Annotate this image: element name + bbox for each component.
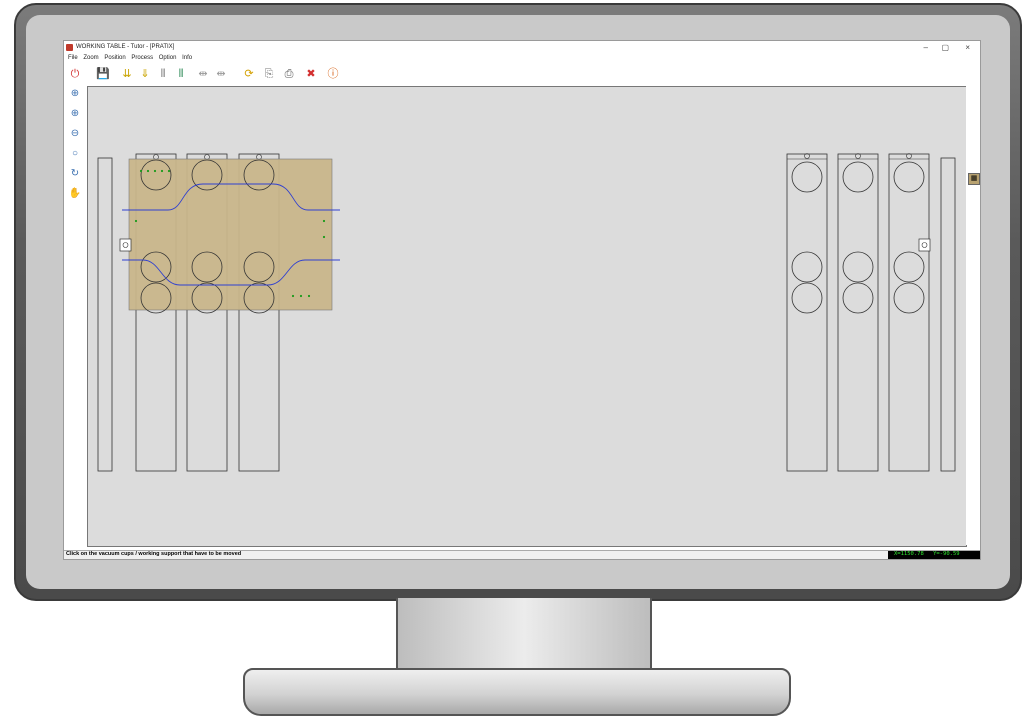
zoom-refresh-icon[interactable]: ↻ [68,167,82,181]
status-bar: Click on the vacuum cups / working suppo… [64,550,980,559]
zoom-toolbar: ⊕ ⊕ ⊖ ○ ↻ ✋ [64,85,86,545]
right-panel: ▦ [966,85,980,545]
copy-icon[interactable]: ⎘ [262,67,276,81]
application-window: WORKING TABLE - Tutor - [PRATIX] – ▢ × F… [63,40,981,560]
vacuum-cups-right[interactable] [791,161,925,314]
menu-position[interactable]: Position [104,55,125,61]
menu-bar: File Zoom Position Process Option Info [64,55,980,65]
align-bars-icon[interactable]: ⫴ [156,67,170,81]
refresh-icon[interactable]: ⟳ [242,67,256,81]
remove-support-icon[interactable]: ✖ [304,67,318,81]
print-icon[interactable]: ⎙ [282,67,296,81]
left-rail-support[interactable] [97,157,113,472]
move-down-icon[interactable]: ⇊ [120,67,134,81]
zoom-window-icon[interactable]: ⊕ [68,107,82,121]
monitor-neck [396,598,652,676]
layer-toggle-icon[interactable]: ▦ [968,173,980,185]
support-column-6[interactable] [888,153,930,472]
workpiece-panel[interactable] [128,158,333,311]
reference-stop-left[interactable] [119,238,132,252]
menu-process[interactable]: Process [131,55,153,61]
zoom-all-icon[interactable]: ○ [68,147,82,161]
toolbar: ⏻ 💾 ⇊ ⇓ ⫴ ⫴ ⇹ ⇹ ⟳ ⎘ ⎙ ✖ ⓘ [64,65,980,85]
move-down-2-icon[interactable]: ⇓ [138,67,152,81]
save-icon[interactable]: 💾 [96,67,110,81]
pan-hand-icon[interactable]: ✋ [68,187,82,201]
table-drawing[interactable] [88,87,966,546]
spread-icon[interactable]: ⇹ [196,67,210,81]
title-bar: WORKING TABLE - Tutor - [PRATIX] – ▢ × [64,41,980,55]
minimize-button[interactable]: – [924,43,928,52]
working-table-canvas[interactable] [87,86,967,547]
menu-zoom[interactable]: Zoom [83,55,98,61]
window-title: WORKING TABLE - Tutor - [PRATIX] [76,44,175,50]
app-icon [66,44,73,51]
support-column-5[interactable] [837,153,879,472]
menu-option[interactable]: Option [159,55,177,61]
restore-button[interactable]: ▢ [941,43,949,52]
right-rail-support[interactable] [940,157,956,472]
spread-2-icon[interactable]: ⇹ [214,67,228,81]
menu-info[interactable]: Info [182,55,192,61]
info-icon[interactable]: ⓘ [326,67,340,81]
coordinate-readout: X=1150.78 Y=-90.59 [888,551,980,559]
power-icon[interactable]: ⏻ [68,67,82,81]
reference-stop-right[interactable] [918,238,931,252]
zoom-out-icon[interactable]: ⊖ [68,127,82,141]
menu-file[interactable]: File [68,55,78,61]
x-coordinate: X=1150.78 [894,551,924,557]
status-message: Click on the vacuum cups / working suppo… [66,551,242,557]
monitor-base [243,668,791,716]
y-coordinate: Y=-90.59 [933,551,960,557]
zoom-in-icon[interactable]: ⊕ [68,87,82,101]
align-bars-2-icon[interactable]: ⫴ [174,67,188,81]
close-button[interactable]: × [965,43,970,52]
support-column-4[interactable] [786,153,828,472]
